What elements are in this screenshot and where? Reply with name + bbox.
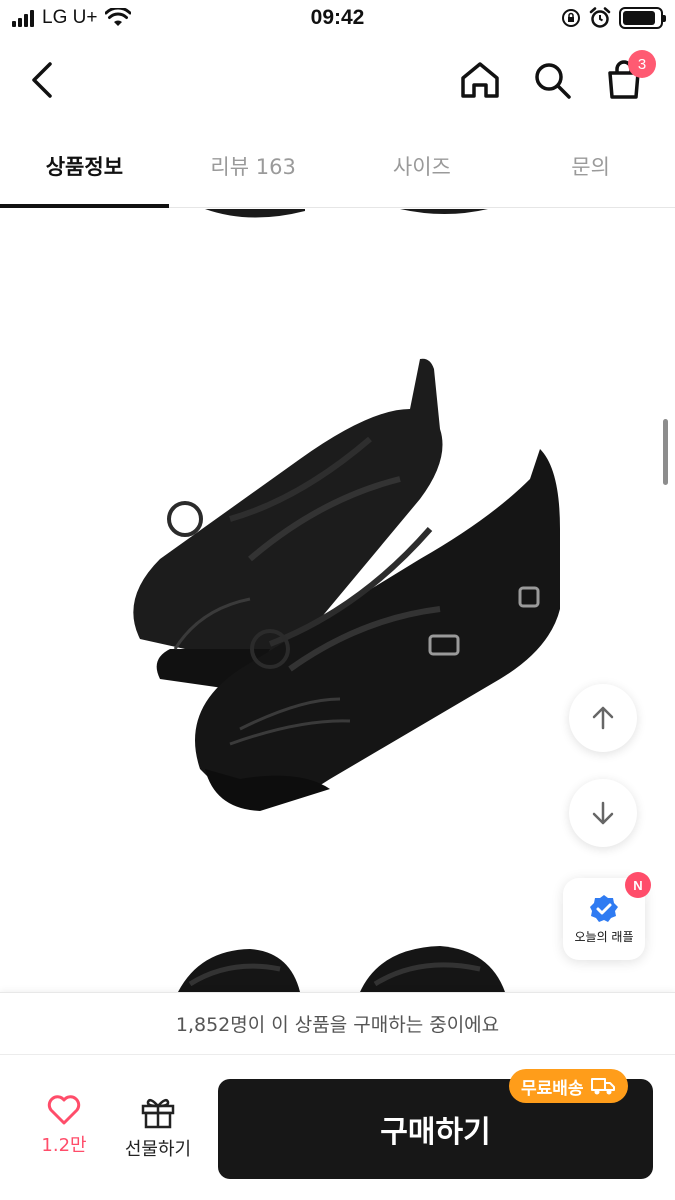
arrow-up-icon [592,706,614,730]
cart-button[interactable]: 3 [600,50,656,104]
bottom-action-bar: 1.2만 선물하기 구매하기 무료배송 [0,1054,675,1200]
tab-size[interactable]: 사이즈 [338,124,507,207]
alarm-icon [589,7,611,28]
scroll-indicator[interactable] [663,419,668,485]
like-count: 1.2만 [41,1135,87,1156]
chevron-left-icon [32,62,52,98]
cart-count-badge: 3 [628,50,656,78]
product-image-shoes [133,358,560,811]
free-shipping-badge: 무료배송 [509,1069,628,1103]
product-tabs: 상품정보 리뷰 163 사이즈 문의 [0,124,675,208]
like-button[interactable]: 1.2만 [24,1095,104,1157]
verified-badge-icon [590,894,618,922]
product-detail-content[interactable] [0,209,675,992]
truck-icon [590,1078,615,1095]
tab-reviews[interactable]: 리뷰 163 [169,124,338,207]
scroll-bottom-button[interactable] [569,779,637,847]
orientation-lock-icon [562,9,580,27]
buyers-count-banner: 1,852명이 이 상품을 구매하는 중이에요 [0,992,675,1054]
product-image-top [205,209,488,218]
status-bar: LG U+ 09:42 [0,0,675,40]
tab-product-info[interactable]: 상품정보 [0,124,169,208]
scroll-top-button[interactable] [569,684,637,752]
free-shipping-label: 무료배송 [521,1078,584,1099]
search-icon [535,63,571,99]
new-badge: N [625,872,651,898]
home-button[interactable] [456,56,504,104]
gift-label: 선물하기 [124,1139,192,1160]
raffle-label: 오늘의 래플 [574,929,634,944]
battery-icon [619,7,666,29]
search-button[interactable] [528,56,576,104]
heart-icon [47,1095,81,1125]
gift-button[interactable]: 선물하기 [118,1095,198,1161]
top-navigation-bar: 3 [0,40,675,124]
home-icon [461,62,499,98]
gift-icon [141,1098,175,1129]
tab-inquiry[interactable]: 문의 [506,124,675,207]
arrow-down-icon [592,801,614,825]
today-raffle-button[interactable]: 오늘의 래플 N [563,872,651,960]
back-button[interactable] [18,56,66,104]
